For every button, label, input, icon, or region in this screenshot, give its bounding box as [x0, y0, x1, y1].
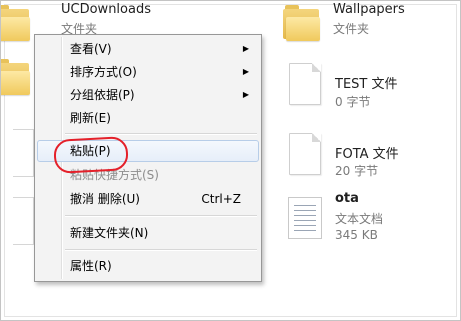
- submenu-arrow-icon: ▶: [242, 90, 249, 99]
- file-item-fota[interactable]: FOTA 文件 20 字节: [281, 129, 451, 181]
- file-thumbnail: [13, 129, 34, 177]
- file-size: 345 KB: [335, 228, 378, 242]
- text-document-icon: [288, 197, 322, 239]
- menu-item-label: 刷新(E): [70, 111, 111, 125]
- menu-item-view[interactable]: 查看(V) ▶: [37, 38, 259, 60]
- file-name: Wallpapers: [333, 2, 405, 17]
- annotation-circle: [53, 136, 129, 174]
- menu-item-properties[interactable]: 属性(R): [37, 255, 259, 277]
- file-name: FOTA 文件: [335, 147, 399, 162]
- menu-item-label: 新建文件夹(N): [70, 226, 149, 240]
- file-name: TEST 文件: [335, 77, 398, 92]
- file-type: 文本文档: [335, 212, 384, 226]
- file-item-wallpapers[interactable]: Wallpapers 文件夹: [281, 1, 451, 41]
- file-icon: [289, 63, 321, 105]
- menu-item-shortcut: Ctrl+Z: [201, 192, 241, 206]
- file-size: 20 字节: [335, 164, 379, 178]
- submenu-arrow-icon: ▶: [242, 67, 249, 76]
- folder-icon: [1, 59, 33, 95]
- menu-item-group-by[interactable]: 分组依据(P) ▶: [37, 84, 259, 106]
- explorer-window: UCDownloads 文件夹 Wallpapers 文件夹 TEST 文件 0…: [0, 0, 461, 321]
- file-name: ota: [335, 191, 359, 206]
- folder-icon: [283, 5, 323, 41]
- file-type: 文件夹: [333, 22, 370, 36]
- menu-separator: [65, 215, 257, 217]
- menu-item-new-folder[interactable]: 新建文件夹(N): [37, 222, 259, 244]
- menu-item-undo-delete[interactable]: 撤消 删除(U) Ctrl+Z: [37, 188, 259, 210]
- menu-item-label: 查看(V): [70, 42, 112, 56]
- file-item-test[interactable]: TEST 文件 0 字节: [281, 61, 451, 113]
- file-thumbnail: [13, 197, 34, 245]
- menu-separator: [65, 133, 257, 135]
- file-item-ota[interactable]: ota 文本文档 345 KB: [281, 189, 451, 249]
- submenu-arrow-icon: ▶: [242, 44, 249, 53]
- file-icon: [289, 133, 321, 175]
- menu-item-label: 属性(R): [70, 259, 112, 273]
- menu-item-sort-by[interactable]: 排序方式(O) ▶: [37, 61, 259, 83]
- file-name: UCDownloads: [61, 2, 151, 17]
- menu-item-label: 分组依据(P): [70, 88, 135, 102]
- menu-separator: [65, 249, 257, 251]
- menu-item-label: 撤消 删除(U): [70, 192, 140, 206]
- file-size: 0 字节: [335, 95, 371, 109]
- menu-item-refresh[interactable]: 刷新(E): [37, 107, 259, 129]
- folder-icon: [1, 5, 33, 41]
- menu-item-label: 排序方式(O): [70, 65, 137, 79]
